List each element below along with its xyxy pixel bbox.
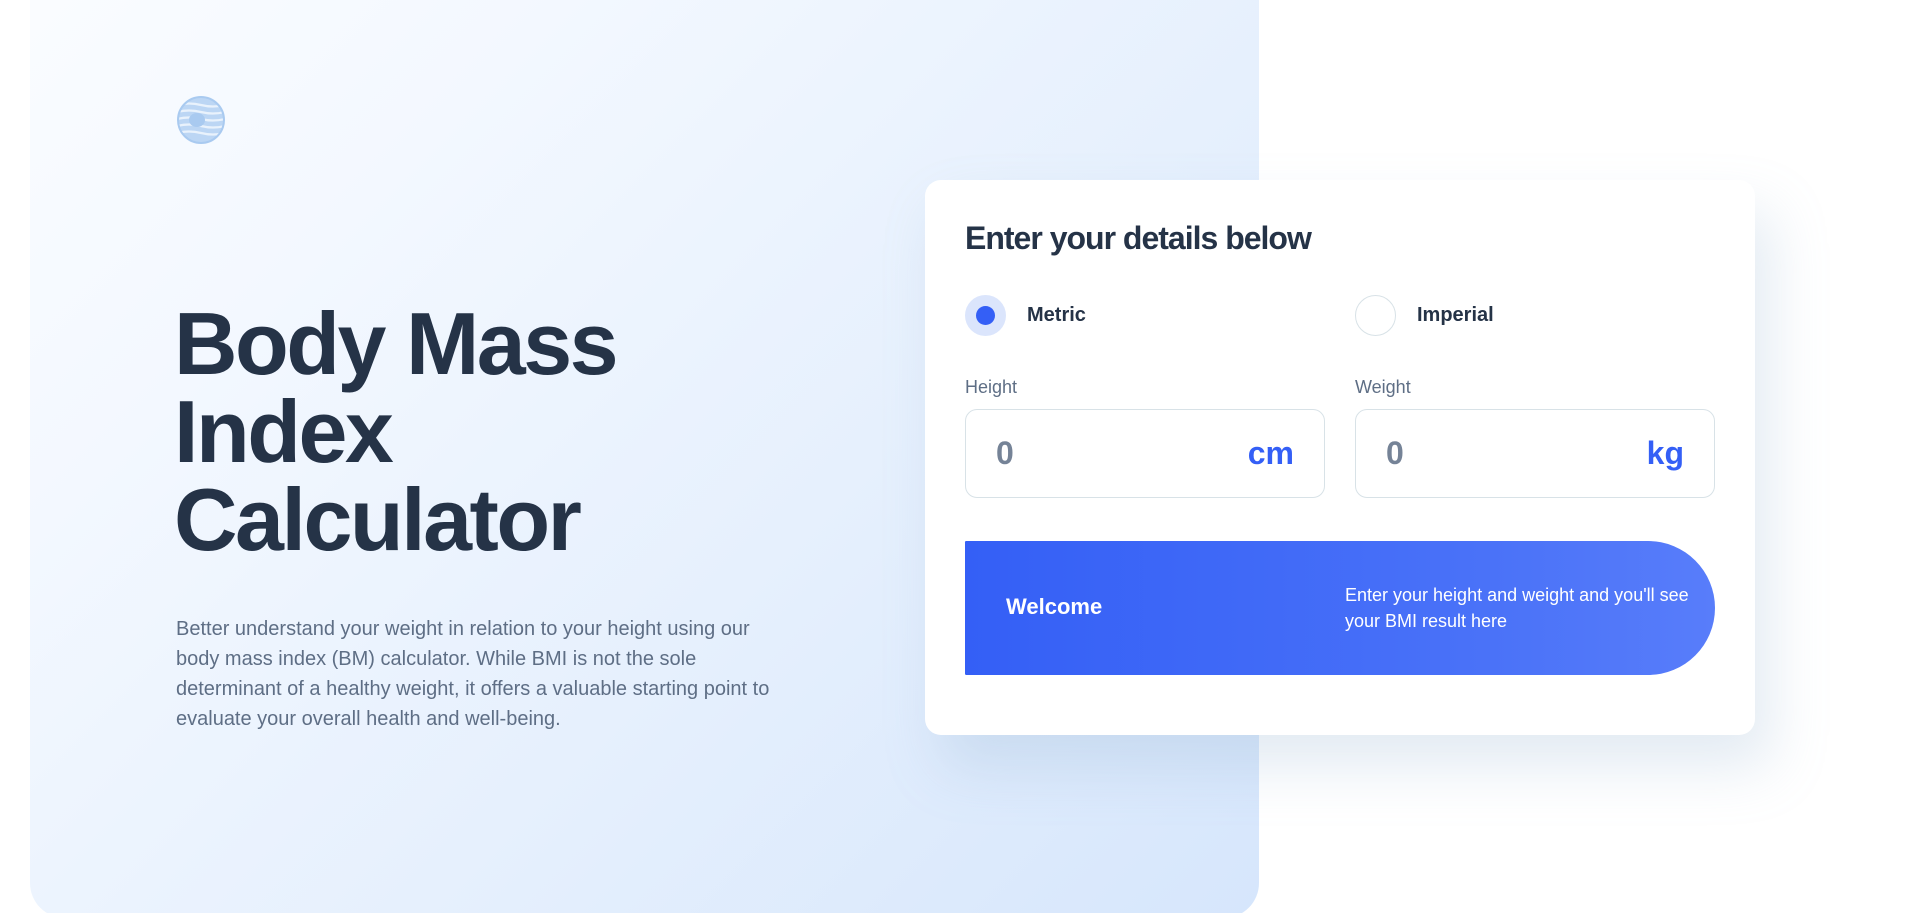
imperial-radio[interactable]: Imperial (1355, 295, 1494, 336)
result-title: Welcome (1006, 594, 1103, 619)
height-value[interactable]: 0 (996, 435, 1014, 472)
height-field: Height 0 cm (965, 377, 1325, 498)
height-label: Height (965, 377, 1018, 397)
bmi-calculator-card: Enter your details below Metric Imperial… (925, 180, 1755, 735)
metric-radio[interactable]: Metric (965, 295, 1086, 336)
page-title-line: Calculator (174, 470, 582, 569)
page-title: Body Mass Index Calculator (174, 300, 794, 564)
intro-description: Better understand your weight in relatio… (176, 618, 770, 730)
weight-label: Weight (1355, 377, 1411, 397)
weight-unit: kg (1646, 435, 1684, 471)
imperial-label: Imperial (1417, 304, 1494, 326)
logo-icon (177, 96, 225, 144)
weight-input[interactable]: 0 kg (1355, 409, 1715, 498)
radio-circle[interactable] (1355, 295, 1396, 336)
height-unit: cm (1247, 435, 1294, 471)
page-title-line: Body Mass (174, 294, 619, 393)
weight-field: Weight 0 kg (1355, 377, 1715, 498)
radio-circle[interactable] (965, 295, 1006, 336)
metric-label: Metric (1027, 304, 1086, 326)
card-title: Enter your details below (965, 220, 1312, 256)
weight-value[interactable]: 0 (1386, 435, 1404, 472)
result-panel: Welcome Enter your height and weight and… (965, 541, 1715, 675)
height-input[interactable]: 0 cm (965, 409, 1325, 498)
page-title-line: Index (174, 382, 394, 481)
radio-dot (976, 306, 995, 325)
result-text: Enter your height and weight and you'll … (1345, 585, 1689, 631)
